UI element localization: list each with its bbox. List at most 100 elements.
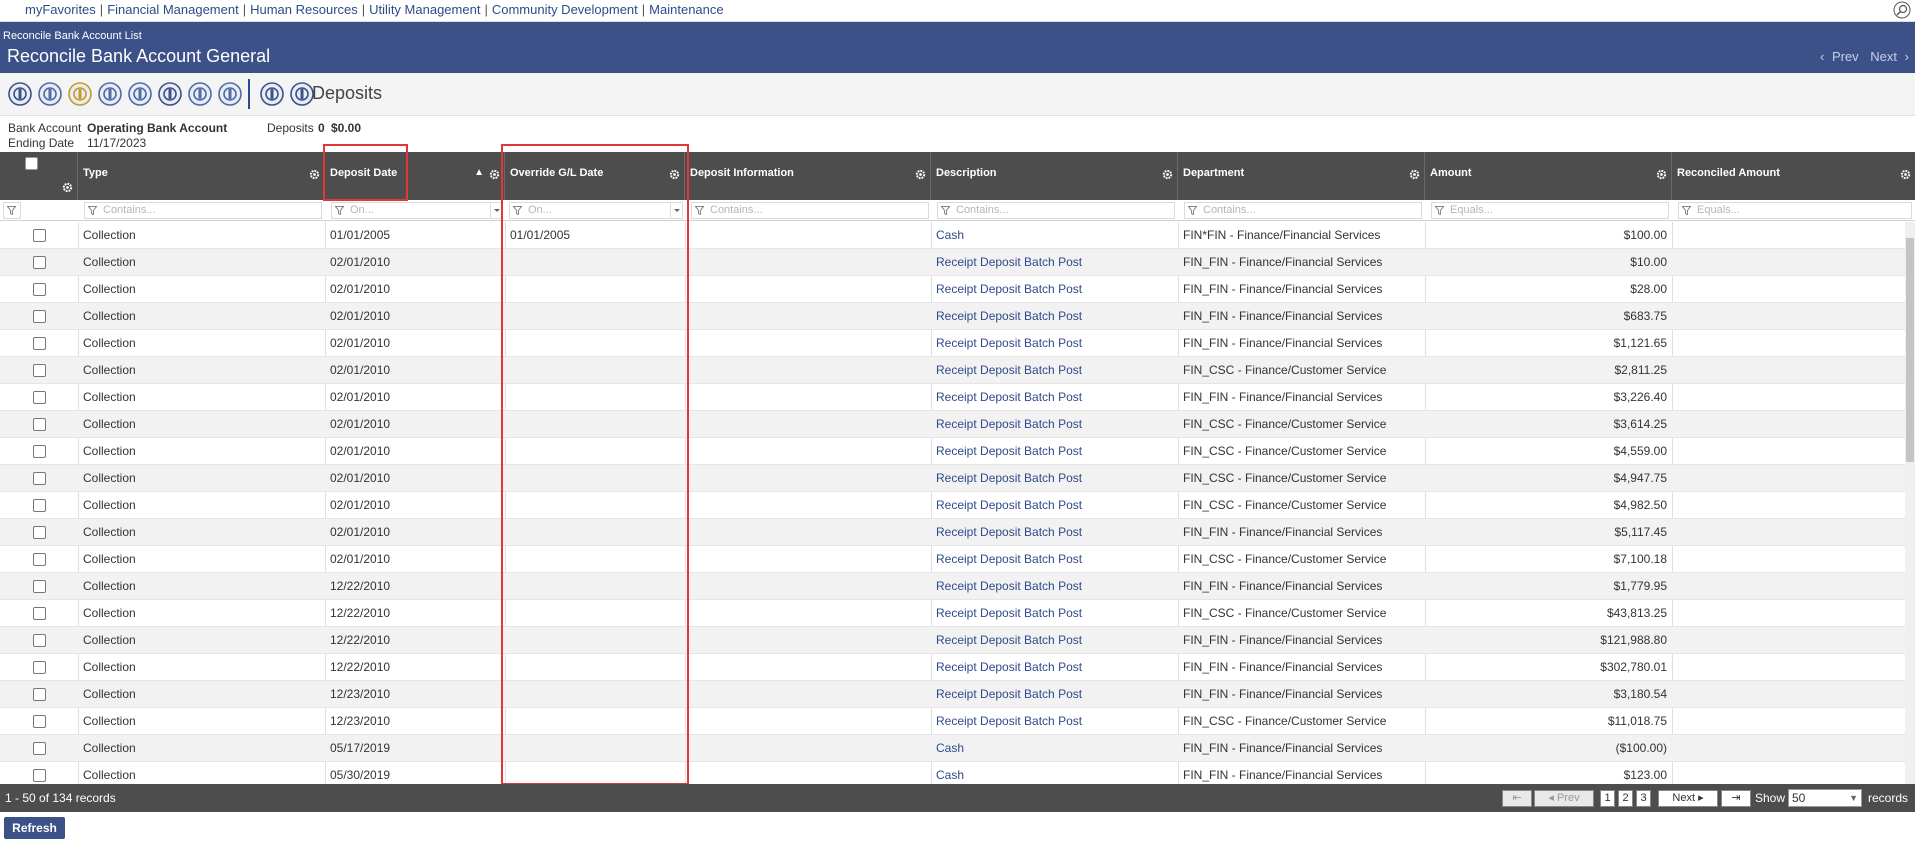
gear-icon[interactable]	[1409, 169, 1420, 180]
scrollbar-thumb[interactable]	[1906, 238, 1914, 462]
table-row[interactable]: Collection 12/23/2010 Receipt Deposit Batc…	[0, 708, 1905, 735]
table-row[interactable]: Collection 01/01/2005 01/01/2005 Cash FIN*FI…	[0, 222, 1905, 249]
table-row[interactable]: Collection 12/22/2010 Receipt Deposit Batc…	[0, 600, 1905, 627]
next-record-link[interactable]: Next	[1870, 49, 1897, 64]
row-checkbox[interactable]	[33, 580, 46, 593]
page-1-button[interactable]: 1	[1600, 790, 1615, 807]
edit-icon[interactable]	[290, 82, 314, 106]
person-icon[interactable]	[68, 82, 92, 106]
deposit-date-filter-input[interactable]: On...	[331, 202, 503, 219]
description-link[interactable]: Receipt Deposit Batch Post	[936, 579, 1082, 593]
table-row[interactable]: Collection 05/17/2019 Cash FIN_FIN - Financ…	[0, 735, 1905, 762]
hand-coins-icon[interactable]	[188, 82, 212, 106]
description-link[interactable]: Receipt Deposit Batch Post	[936, 660, 1082, 674]
description-link[interactable]: Cash	[936, 741, 964, 755]
row-checkbox[interactable]	[33, 769, 46, 782]
gear-icon[interactable]	[1162, 169, 1173, 180]
description-link[interactable]: Receipt Deposit Batch Post	[936, 525, 1082, 539]
row-filter[interactable]	[3, 202, 21, 219]
row-checkbox[interactable]	[33, 634, 46, 647]
nav-community-development[interactable]: Community Development	[492, 2, 638, 17]
search-icon[interactable]	[1893, 1, 1911, 19]
row-checkbox[interactable]	[33, 742, 46, 755]
gear-icon[interactable]	[309, 169, 320, 180]
nav-utility-management[interactable]: Utility Management	[369, 2, 480, 17]
table-row[interactable]: Collection 12/22/2010 Receipt Deposit Batc…	[0, 573, 1905, 600]
row-checkbox[interactable]	[33, 526, 46, 539]
description-link[interactable]: Receipt Deposit Batch Post	[936, 633, 1082, 647]
row-checkbox[interactable]	[33, 256, 46, 269]
description-filter-input[interactable]: Contains...	[937, 202, 1175, 219]
first-page-button[interactable]: ⇤	[1502, 790, 1532, 807]
row-checkbox[interactable]	[33, 688, 46, 701]
table-row[interactable]: Collection 02/01/2010 Receipt Deposit Batc…	[0, 465, 1905, 492]
sort-ascending-icon[interactable]: ▲	[474, 167, 484, 178]
table-row[interactable]: Collection 12/22/2010 Receipt Deposit Batc…	[0, 627, 1905, 654]
page-3-button[interactable]: 3	[1636, 790, 1651, 807]
gear-icon[interactable]	[1900, 169, 1911, 180]
row-checkbox[interactable]	[33, 661, 46, 674]
gear-icon[interactable]	[489, 169, 500, 180]
table-row[interactable]: Collection 02/01/2010 Receipt Deposit Batc…	[0, 330, 1905, 357]
table-row[interactable]: Collection 02/01/2010 Receipt Deposit Batc…	[0, 546, 1905, 573]
type-filter-input[interactable]: Contains...	[84, 202, 322, 219]
info-icon[interactable]	[8, 82, 32, 106]
table-row[interactable]: Collection 02/01/2010 Receipt Deposit Batc…	[0, 492, 1905, 519]
table-row[interactable]: Collection 02/01/2010 Receipt Deposit Batc…	[0, 249, 1905, 276]
column-header-amount[interactable]: Amount	[1425, 152, 1672, 200]
row-checkbox[interactable]	[33, 283, 46, 296]
nav-myfavorites[interactable]: myFavorites	[25, 2, 96, 17]
description-link[interactable]: Receipt Deposit Batch Post	[936, 417, 1082, 431]
table-row[interactable]: Collection 02/01/2010 Receipt Deposit Batc…	[0, 303, 1905, 330]
column-header-deposit-information[interactable]: Deposit Information	[685, 152, 931, 200]
row-checkbox[interactable]	[33, 391, 46, 404]
gear-icon[interactable]	[1656, 169, 1667, 180]
bills-icon[interactable]	[128, 82, 152, 106]
coin-stack-icon[interactable]	[158, 82, 182, 106]
description-link[interactable]: Receipt Deposit Batch Post	[936, 444, 1082, 458]
row-checkbox[interactable]	[33, 445, 46, 458]
description-link[interactable]: Receipt Deposit Batch Post	[936, 282, 1082, 296]
description-link[interactable]: Receipt Deposit Batch Post	[936, 336, 1082, 350]
row-checkbox[interactable]	[33, 472, 46, 485]
table-row[interactable]: Collection 02/01/2010 Receipt Deposit Batc…	[0, 519, 1905, 546]
table-row[interactable]: Collection 02/01/2010 Receipt Deposit Batc…	[0, 276, 1905, 303]
nav-maintenance[interactable]: Maintenance	[649, 2, 723, 17]
select-all-checkbox[interactable]	[25, 157, 38, 170]
ledger-icon[interactable]	[38, 82, 62, 106]
row-checkbox[interactable]	[33, 418, 46, 431]
prev-page-button[interactable]: ◂ Prev	[1534, 790, 1594, 807]
department-filter-input[interactable]: Contains...	[1184, 202, 1422, 219]
page-size-select[interactable]: 50 ▼	[1788, 789, 1862, 807]
prev-record-link[interactable]: Prev	[1832, 49, 1859, 64]
pen-ledger-icon[interactable]	[218, 82, 242, 106]
info-filter-input[interactable]: Contains...	[691, 202, 929, 219]
description-link[interactable]: Receipt Deposit Batch Post	[936, 471, 1082, 485]
description-link[interactable]: Receipt Deposit Batch Post	[936, 714, 1082, 728]
row-checkbox[interactable]	[33, 364, 46, 377]
nav-financial-management[interactable]: Financial Management	[107, 2, 239, 17]
table-row[interactable]: Collection 05/30/2019 Cash FIN_FIN - Financ…	[0, 762, 1905, 784]
description-link[interactable]: Receipt Deposit Batch Post	[936, 552, 1082, 566]
description-link[interactable]: Receipt Deposit Batch Post	[936, 255, 1082, 269]
table-row[interactable]: Collection 02/01/2010 Receipt Deposit Batc…	[0, 438, 1905, 465]
page-2-button[interactable]: 2	[1618, 790, 1633, 807]
next-chevron-icon[interactable]: ›	[1905, 49, 1909, 64]
row-checkbox[interactable]	[33, 499, 46, 512]
description-link[interactable]: Receipt Deposit Batch Post	[936, 606, 1082, 620]
row-checkbox[interactable]	[33, 553, 46, 566]
description-link[interactable]: Receipt Deposit Batch Post	[936, 498, 1082, 512]
row-checkbox[interactable]	[33, 337, 46, 350]
prev-chevron-icon[interactable]: ‹	[1820, 49, 1824, 64]
gear-icon[interactable]	[62, 182, 73, 193]
coins-icon[interactable]	[98, 82, 122, 106]
column-header-description[interactable]: Description	[931, 152, 1178, 200]
table-row[interactable]: Collection 02/01/2010 Receipt Deposit Batc…	[0, 411, 1905, 438]
column-header-department[interactable]: Department	[1178, 152, 1425, 200]
row-checkbox[interactable]	[33, 715, 46, 728]
breadcrumb[interactable]: Reconcile Bank Account List	[3, 30, 142, 42]
column-header-reconciled-amount[interactable]: Reconciled Amount	[1672, 152, 1915, 200]
description-link[interactable]: Receipt Deposit Batch Post	[936, 687, 1082, 701]
description-link[interactable]: Receipt Deposit Batch Post	[936, 390, 1082, 404]
table-row[interactable]: Collection 02/01/2010 Receipt Deposit Batc…	[0, 384, 1905, 411]
